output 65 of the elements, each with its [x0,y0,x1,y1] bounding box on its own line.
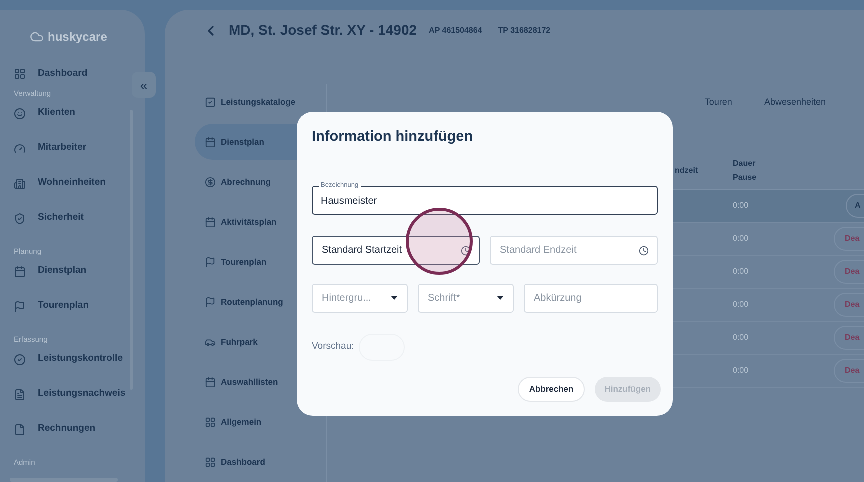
checkbox-icon [205,96,216,108]
table-cell: 0:00 [733,266,749,278]
deactivate-button[interactable]: Dea [834,293,864,317]
action-button[interactable]: A [846,194,864,218]
deactivate-button[interactable]: Dea [834,326,864,350]
nav-item[interactable]: Klienten [38,106,76,121]
tab[interactable]: Abwesenheiten [752,92,838,114]
tab[interactable]: Touren [692,92,744,114]
subnav-item[interactable]: Leistungskataloge [195,84,326,120]
check-circle-icon [14,354,26,366]
nav-item[interactable]: Sicherheit [38,211,84,226]
column-header: ndzeit [675,165,700,177]
abbreviation-field[interactable]: Abkürzung [524,284,658,313]
select-field[interactable]: Hintergru... [312,284,408,313]
flag-icon [205,256,216,268]
coin-icon [205,176,216,188]
time-field[interactable]: Standard Startzeit [312,236,480,265]
calendar-icon [14,266,26,278]
code-label: AP 461504864 [429,24,482,36]
subnav-item[interactable]: Auswahllisten [195,364,326,400]
nav-item[interactable]: Dienstplan [38,264,87,279]
table-cell: 0:00 [733,332,749,344]
logo: huskycare [48,29,108,46]
table-cell: 0:00 [733,233,749,245]
flag-icon [14,300,26,312]
select-field[interactable]: Schrift* [418,284,514,313]
dropdown-icon [497,296,504,300]
flag-icon [205,296,216,308]
code-label: TP 316828172 [498,24,551,36]
gauge-icon [14,142,26,154]
clock-icon [461,246,471,256]
nav-item[interactable]: Rechnungen [38,422,96,437]
preview-label: Vorschau: [312,340,354,354]
calendar-icon [205,216,216,228]
calendar-icon [205,136,216,148]
face-icon [14,108,26,120]
nav-item[interactable]: Dashboard [38,66,88,82]
table-cell: 0:00 [733,365,749,377]
calendar-icon [205,376,216,388]
deactivate-button[interactable]: Dea [834,359,864,383]
nav-item[interactable]: Leistungsnachweis [38,387,126,402]
document-icon [14,388,26,400]
page-title: MD, St. Josef Str. XY - 14902 [229,21,418,40]
grid-icon [205,456,216,468]
nav-item[interactable]: Leistungskontrolle [38,352,123,367]
clock-icon [639,246,649,256]
nav-item[interactable]: Wohneinheiten [38,176,106,191]
grid-icon [14,68,26,80]
deactivate-button[interactable]: Dea [834,260,864,284]
column-header: Dauer Pause [733,158,758,184]
cloud-icon [30,30,44,44]
table-cell: 0:00 [733,299,749,311]
shield-icon [14,212,26,224]
cancel-button[interactable]: Abbrechen [518,376,585,402]
collapse-button[interactable]: « [132,72,156,98]
nav-item[interactable]: Tourenplan [38,299,90,314]
building-icon [14,178,26,190]
nav-item[interactable]: Mitarbeiter [38,141,87,156]
dropdown-icon [391,296,398,300]
grid-icon [205,416,216,428]
subnav-item[interactable]: Allgemein [195,404,326,440]
file-icon [14,424,26,436]
deactivate-button[interactable]: Dea [834,227,864,251]
table-cell: 0:00 [733,200,749,212]
subnav-item[interactable]: Dashboard [195,444,326,480]
